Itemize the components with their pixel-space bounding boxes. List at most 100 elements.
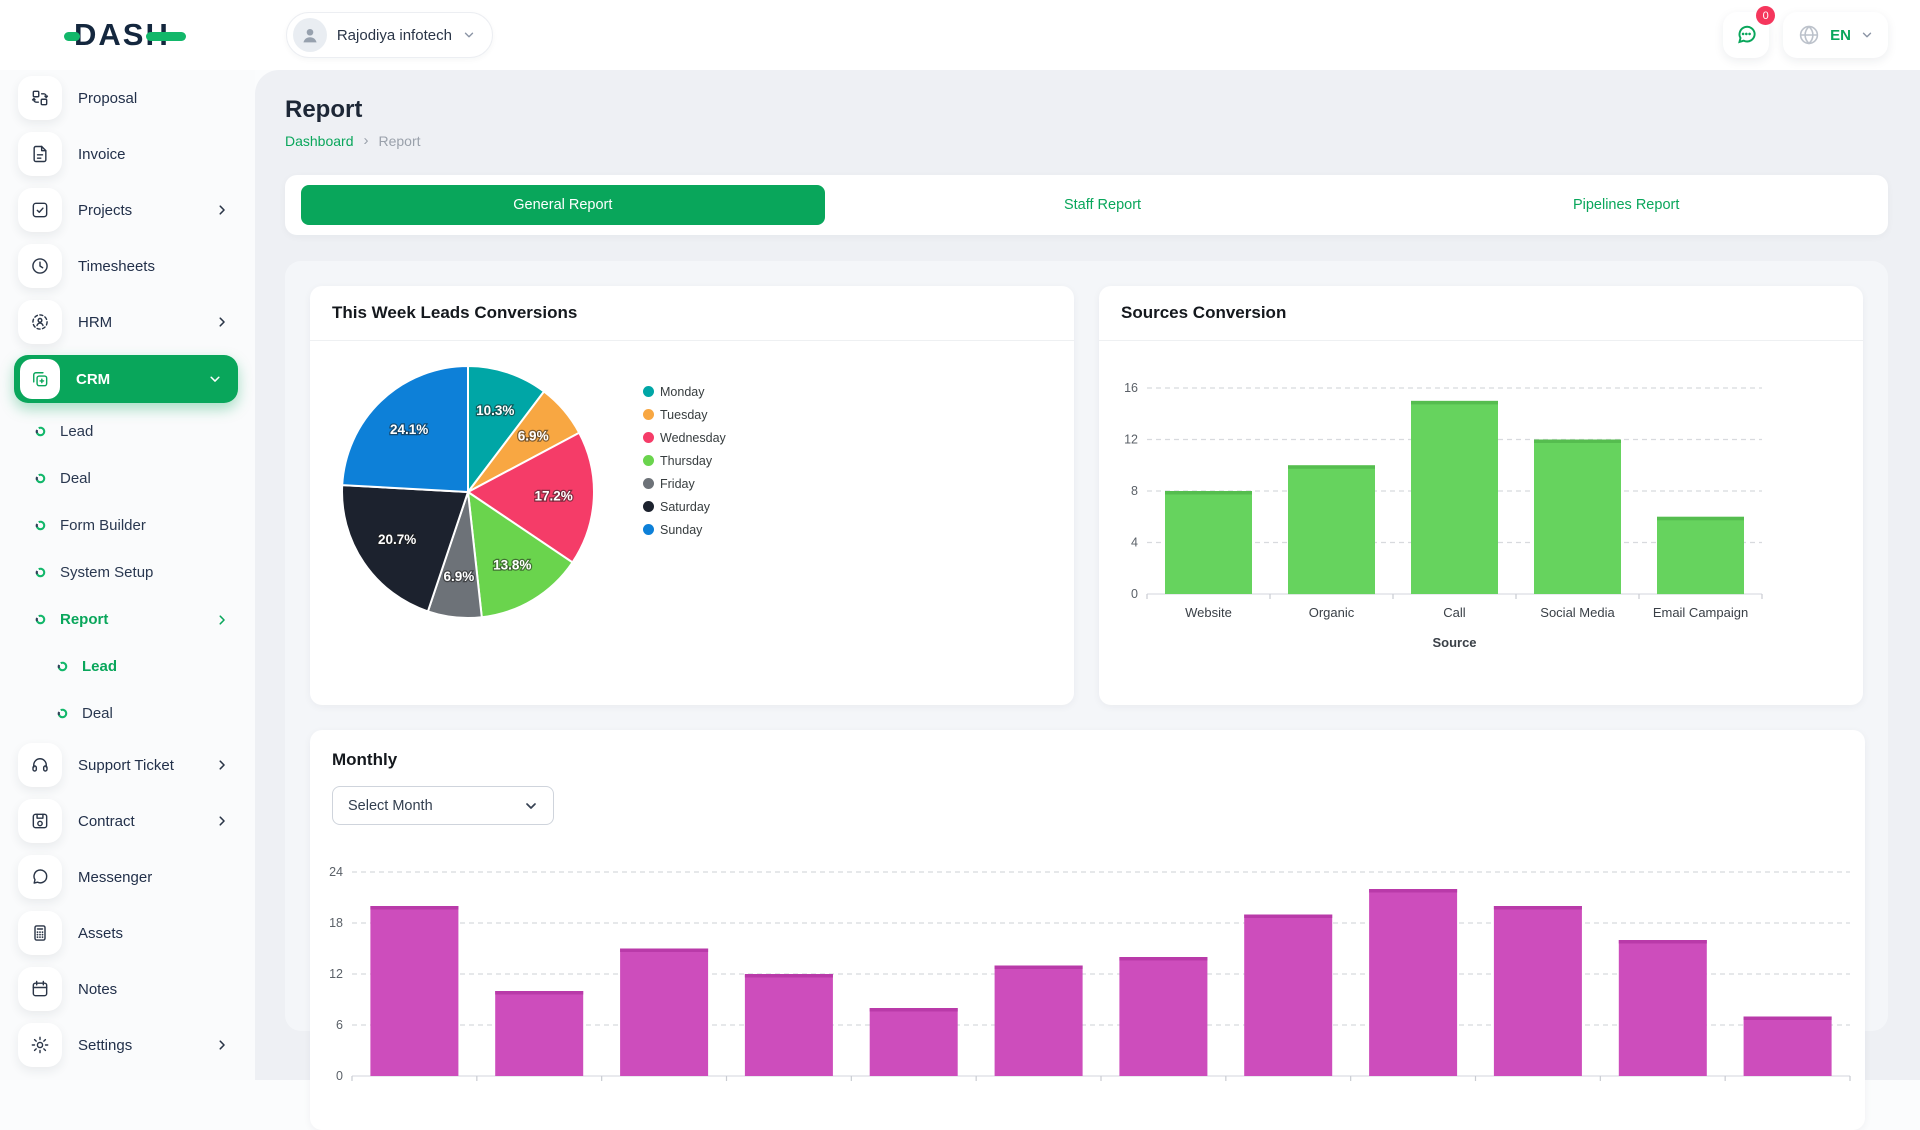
legend-item-monday[interactable]: Monday <box>643 380 726 403</box>
sidebar-item-assets[interactable]: Assets <box>0 905 255 961</box>
chevron-right-icon <box>215 203 229 217</box>
assets-icon <box>30 923 50 943</box>
sidebar-subitem-deal[interactable]: Deal <box>0 455 255 502</box>
person-icon <box>299 24 321 46</box>
legend-item-wednesday[interactable]: Wednesday <box>643 426 726 449</box>
x-tick-label: Email Campaign <box>1653 605 1748 620</box>
y-tick-label: 12 <box>329 967 343 981</box>
month-select-value: Select Month <box>348 798 433 814</box>
chevron-right-icon <box>215 1038 229 1052</box>
pie-data-label: 10.3% <box>476 403 514 418</box>
invoice-icon <box>18 132 62 176</box>
sidebar-report-subitem-lead[interactable]: Lead <box>0 643 255 690</box>
hrm-icon <box>30 312 50 332</box>
sidebar-subitem-system-setup[interactable]: System Setup <box>0 549 255 596</box>
timesheets-icon <box>30 256 50 276</box>
sources-bar-chart: 1612840WebsiteOrganicCallSocial MediaEma… <box>1099 286 1863 705</box>
card-title: This Week Leads Conversions <box>332 303 577 323</box>
sidebar-item-projects[interactable]: Projects <box>0 182 255 238</box>
sidebar-item-messenger[interactable]: Messenger <box>0 849 255 905</box>
messages-button[interactable]: 0 <box>1723 12 1769 58</box>
bar <box>1619 940 1707 1076</box>
app-logo: DASH <box>64 17 186 53</box>
month-select[interactable]: Select Month <box>332 786 554 825</box>
sidebar-item-crm[interactable]: CRM <box>0 350 255 408</box>
tab-general-report[interactable]: General Report <box>301 185 825 225</box>
legend-item-friday[interactable]: Friday <box>643 472 726 495</box>
bar <box>1494 906 1582 1076</box>
breadcrumb-current: Report <box>379 133 421 149</box>
language-selector[interactable]: EN <box>1783 12 1888 58</box>
sidebar-item-contract[interactable]: Contract <box>0 793 255 849</box>
crm-icon <box>20 359 60 399</box>
legend-item-thursday[interactable]: Thursday <box>643 449 726 472</box>
x-tick-label: Social Media <box>1540 605 1615 620</box>
topbar: DASH Rajodiya infotech 0 EN <box>0 0 1920 70</box>
chevron-down-icon <box>1860 28 1874 42</box>
card-title: Monthly <box>332 750 397 769</box>
sidebar-item-notes[interactable]: Notes <box>0 961 255 1017</box>
timesheets-icon <box>18 244 62 288</box>
legend-dot <box>643 501 654 512</box>
assets-icon <box>18 911 62 955</box>
bar <box>620 949 708 1077</box>
leads-pie-chart: 10.3%6.9%17.2%13.8%6.9%20.7%24.1% <box>324 350 654 680</box>
proposal-icon <box>18 76 62 120</box>
y-tick-label: 0 <box>336 1069 343 1083</box>
legend-item-saturday[interactable]: Saturday <box>643 495 726 518</box>
sidebar-subitem-form-builder[interactable]: Form Builder <box>0 502 255 549</box>
sidebar-item-invoice[interactable]: Invoice <box>0 126 255 182</box>
invoice-icon <box>30 144 50 164</box>
language-code: EN <box>1830 27 1851 44</box>
sidebar-report-subitem-deal[interactable]: Deal <box>0 690 255 737</box>
bar <box>1657 517 1744 594</box>
x-axis-title: Source <box>1432 635 1476 650</box>
pie-data-label: 6.9% <box>444 569 475 584</box>
sidebar-item-hrm[interactable]: HRM <box>0 294 255 350</box>
settings-icon <box>30 1035 50 1055</box>
dot-icon <box>34 472 47 485</box>
workspace-name: Rajodiya infotech <box>337 27 452 44</box>
bar <box>870 1008 958 1076</box>
breadcrumb-separator: › <box>364 132 369 149</box>
legend-dot <box>643 386 654 397</box>
pie-data-label: 17.2% <box>534 488 572 503</box>
tab-staff-report[interactable]: Staff Report <box>1064 197 1141 213</box>
monthly-card: 24181260 Monthly Select Month <box>310 730 1865 1130</box>
sources-conversion-card: Sources Conversion 1612840WebsiteOrganic… <box>1099 286 1863 705</box>
charts-section: This Week Leads Conversions 10.3% 6.9% 17.… <box>285 261 1888 1031</box>
workspace-switcher[interactable]: Rajodiya infotech <box>286 12 493 58</box>
tab-pipelines-report[interactable]: Pipelines Report <box>1573 197 1679 213</box>
legend-item-tuesday[interactable]: Tuesday <box>643 403 726 426</box>
breadcrumb-dashboard-link[interactable]: Dashboard <box>285 133 354 149</box>
sidebar-item-support-ticket[interactable]: Support Ticket <box>0 737 255 793</box>
legend-dot <box>643 478 654 489</box>
legend-dot <box>643 455 654 466</box>
legend-dot <box>643 524 654 535</box>
logo-accent-right <box>146 32 186 41</box>
chat-bubble-icon <box>1733 22 1759 48</box>
x-tick-label: Call <box>1443 605 1466 620</box>
projects-icon <box>18 188 62 232</box>
dot-icon <box>34 425 47 438</box>
chevron-down-icon <box>462 28 476 42</box>
pie-data-label: 6.9% <box>518 428 549 443</box>
sidebar-subitem-lead[interactable]: Lead <box>0 408 255 455</box>
chevron-down-icon <box>523 798 539 814</box>
y-tick-label: 0 <box>1131 587 1138 601</box>
legend-item-sunday[interactable]: Sunday <box>643 518 726 541</box>
bar <box>745 974 833 1076</box>
legend-dot <box>643 409 654 420</box>
sidebar-item-settings[interactable]: Settings <box>0 1017 255 1073</box>
page-title: Report <box>285 96 1888 124</box>
y-tick-label: 16 <box>1124 381 1138 395</box>
bar <box>370 906 458 1076</box>
bar <box>1288 465 1375 594</box>
chevron-down-icon <box>208 372 222 386</box>
sidebar-subitem-report[interactable]: Report <box>0 596 255 643</box>
projects-icon <box>30 200 50 220</box>
sidebar-item-timesheets[interactable]: Timesheets <box>0 238 255 294</box>
main-content: Report Dashboard › Report General Report… <box>255 70 1920 1080</box>
legend-dot <box>643 432 654 443</box>
sidebar-item-proposal[interactable]: Proposal <box>0 70 255 126</box>
